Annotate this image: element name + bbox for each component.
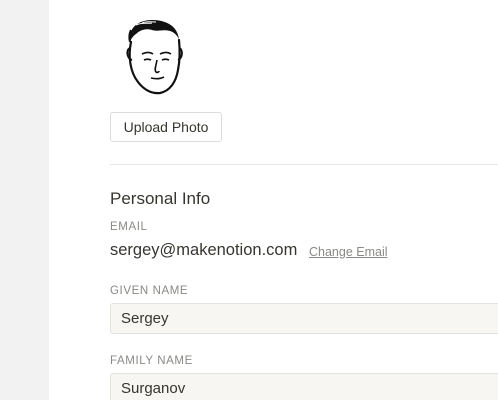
- upload-photo-button[interactable]: Upload Photo: [110, 112, 222, 142]
- personal-info-heading: Personal Info: [110, 189, 211, 208]
- given-name-label: GIVEN NAME: [110, 285, 189, 297]
- section-divider: [110, 164, 498, 165]
- email-label: EMAIL: [110, 221, 148, 233]
- email-value: sergey@makenotion.com: [110, 241, 298, 259]
- change-email-link[interactable]: Change Email: [309, 245, 388, 259]
- profile-avatar: [122, 16, 186, 98]
- family-name-label: FAMILY NAME: [110, 355, 193, 367]
- family-name-input[interactable]: [110, 373, 498, 400]
- given-name-input[interactable]: [110, 303, 498, 334]
- user-portrait-icon: [126, 20, 183, 95]
- left-sidebar-strip: [0, 0, 49, 400]
